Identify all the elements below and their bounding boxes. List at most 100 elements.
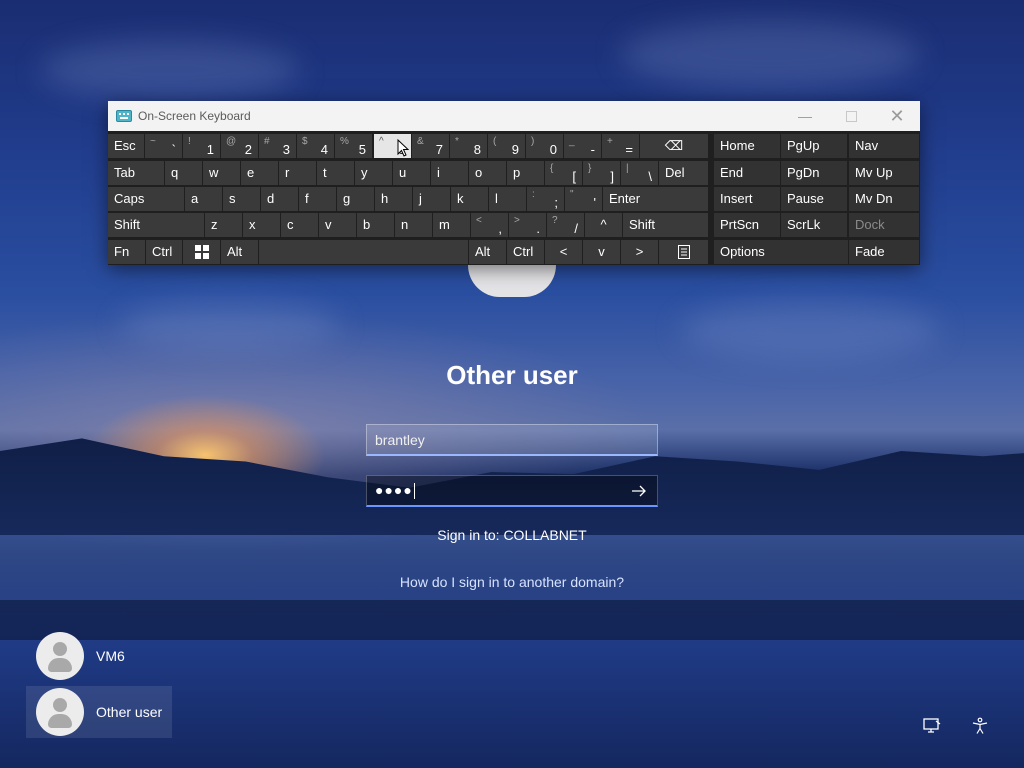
key-equals[interactable]: + = — [602, 134, 639, 158]
key-mv-dn[interactable]: Mv Dn — [849, 187, 919, 211]
key-s[interactable]: s — [223, 187, 260, 211]
key-b[interactable]: b — [357, 213, 394, 237]
key-q[interactable]: q — [165, 161, 202, 185]
network-button[interactable] — [920, 714, 944, 738]
key-backtick[interactable]: ~ ` — [145, 134, 182, 158]
key-right-bracket[interactable]: }] — [583, 161, 620, 185]
other-domain-link[interactable]: How do I sign in to another domain? — [0, 574, 1024, 590]
key-pause[interactable]: Pause — [781, 187, 847, 211]
key-f[interactable]: f — [299, 187, 336, 211]
key-caps[interactable]: Caps — [108, 187, 184, 211]
key-backspace[interactable]: ⌫ — [640, 134, 708, 158]
key-scrlk[interactable]: ScrLk — [781, 213, 847, 237]
key-del[interactable]: Del — [659, 161, 708, 185]
key-enter[interactable]: Enter — [603, 187, 708, 211]
key-ctrl[interactable]: Ctrl — [146, 240, 182, 264]
key-9[interactable]: (9 — [488, 134, 525, 158]
key-j[interactable]: j — [413, 187, 450, 211]
key-label: . — [536, 221, 540, 236]
key-label: Fn — [114, 244, 130, 259]
key-down-arrow[interactable]: v — [583, 240, 620, 264]
key-r[interactable]: r — [279, 161, 316, 185]
key-left-arrow[interactable]: < — [545, 240, 582, 264]
key-dock[interactable]: Dock — [849, 213, 919, 237]
key-l[interactable]: l — [489, 187, 526, 211]
key-m[interactable]: m — [433, 213, 470, 237]
key-label: Mv Dn — [855, 191, 893, 206]
key-shift-label: $ — [302, 136, 308, 147]
key-tab[interactable]: Tab — [108, 161, 164, 185]
key-n[interactable]: n — [395, 213, 432, 237]
key-label: Ctrl — [152, 244, 173, 259]
key-quote[interactable]: " ' — [565, 187, 602, 211]
key-period[interactable]: >. — [509, 213, 546, 237]
key-insert[interactable]: Insert — [714, 187, 780, 211]
key-label: Alt — [475, 244, 491, 259]
key-fade[interactable]: Fade — [849, 240, 919, 264]
key-options[interactable]: Options — [714, 240, 848, 264]
key-u[interactable]: u — [393, 161, 430, 185]
key-v[interactable]: v — [319, 213, 356, 237]
key-w[interactable]: w — [203, 161, 240, 185]
minimize-button[interactable]: — — [782, 101, 828, 131]
key-alt[interactable]: Alt — [469, 240, 506, 264]
key-right-arrow[interactable]: > — [621, 240, 658, 264]
key-minus[interactable]: _ - — [564, 134, 601, 158]
key-pgdn[interactable]: PgDn — [781, 161, 847, 185]
password-input[interactable]: ●●●● — [366, 475, 658, 507]
key-k[interactable]: k — [451, 187, 488, 211]
key-slash[interactable]: ? / — [547, 213, 584, 237]
account-item-vm6[interactable]: VM6 — [26, 630, 172, 682]
key-prtscn[interactable]: PrtScn — [714, 213, 780, 237]
key-8[interactable]: * 8 — [450, 134, 487, 158]
osk-title-bar[interactable]: On-Screen Keyboard — ✕ — [108, 101, 920, 131]
key-space[interactable] — [259, 240, 468, 264]
key-up-arrow[interactable]: ^ — [585, 213, 622, 237]
key-alt[interactable]: Alt — [221, 240, 258, 264]
account-item-other-user[interactable]: Other user — [26, 686, 172, 738]
key-y[interactable]: y — [355, 161, 392, 185]
key-o[interactable]: o — [469, 161, 506, 185]
key-semicolon[interactable]: :; — [527, 187, 564, 211]
maximize-button[interactable] — [828, 101, 874, 131]
key-4[interactable]: $4 — [297, 134, 334, 158]
key-shift-label: % — [340, 136, 349, 147]
key-i[interactable]: i — [431, 161, 468, 185]
key-end[interactable]: End — [714, 161, 780, 185]
key-2[interactable]: @2 — [221, 134, 258, 158]
key-esc[interactable]: Esc — [108, 134, 144, 158]
key-e[interactable]: e — [241, 161, 278, 185]
key-label: d — [267, 191, 275, 206]
key-shift[interactable]: Shift — [623, 213, 708, 237]
key-left-bracket[interactable]: {[ — [545, 161, 582, 185]
key-d[interactable]: d — [261, 187, 298, 211]
key-g[interactable]: g — [337, 187, 374, 211]
key-pgup[interactable]: PgUp — [781, 134, 847, 158]
key-1[interactable]: ! 1 — [183, 134, 220, 158]
key-nav[interactable]: Nav — [849, 134, 919, 158]
accessibility-button[interactable] — [968, 714, 992, 738]
key-p[interactable]: p — [507, 161, 544, 185]
key-shift[interactable]: Shift — [108, 213, 204, 237]
username-input[interactable]: brantley — [366, 424, 658, 456]
key-comma[interactable]: <, — [471, 213, 508, 237]
key-a[interactable]: a — [185, 187, 222, 211]
key-3[interactable]: #3 — [259, 134, 296, 158]
submit-arrow-button[interactable] — [627, 480, 651, 502]
key-c[interactable]: c — [281, 213, 318, 237]
key-home[interactable]: Home — [714, 134, 780, 158]
key-h[interactable]: h — [375, 187, 412, 211]
key-7[interactable]: & 7 — [412, 134, 449, 158]
key-backslash[interactable]: | \ — [621, 161, 658, 185]
key-menu[interactable] — [659, 240, 708, 264]
key-0[interactable]: ) 0 — [526, 134, 563, 158]
key-windows[interactable] — [183, 240, 220, 264]
close-button[interactable]: ✕ — [874, 101, 920, 131]
key-5[interactable]: % 5 — [335, 134, 372, 158]
key-x[interactable]: x — [243, 213, 280, 237]
key-ctrl[interactable]: Ctrl — [507, 240, 544, 264]
key-fn[interactable]: Fn — [108, 240, 145, 264]
key-mv-up[interactable]: Mv Up — [849, 161, 919, 185]
key-z[interactable]: z — [205, 213, 242, 237]
key-t[interactable]: t — [317, 161, 354, 185]
